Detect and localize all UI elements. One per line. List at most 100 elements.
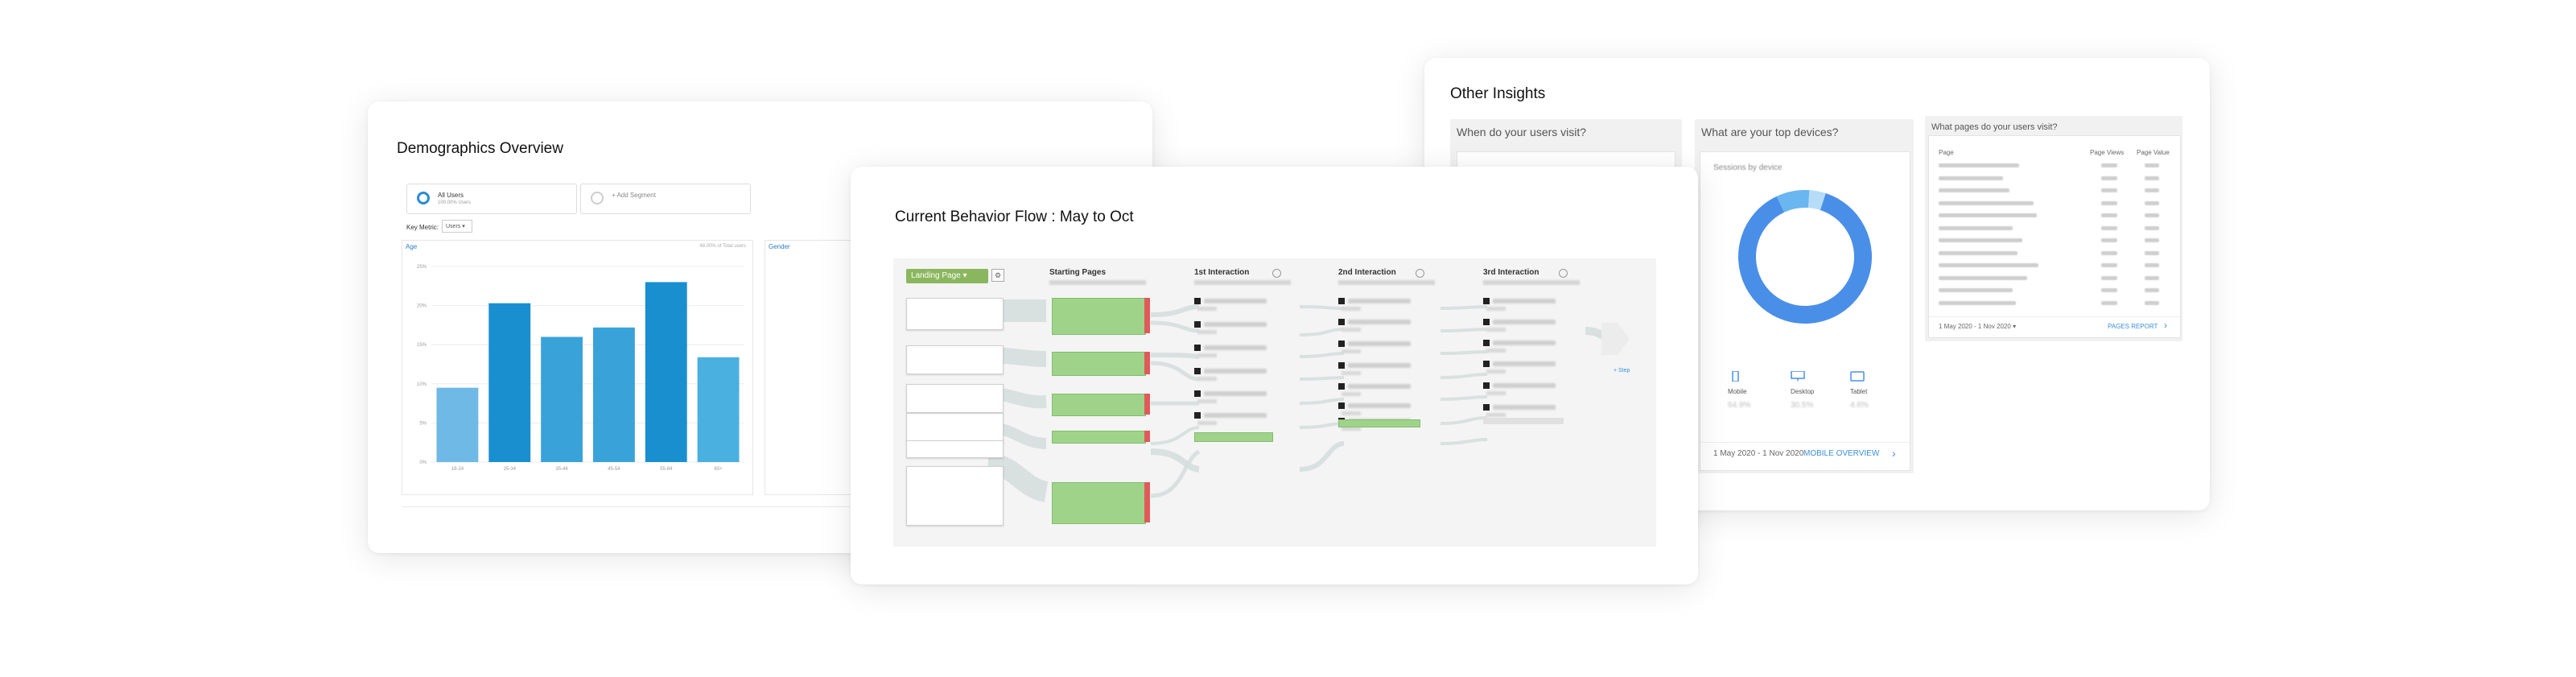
page-row-views (2101, 175, 2117, 180)
when-title: When do your users visit? (1457, 126, 1587, 138)
interaction-label[interactable] (1348, 363, 1411, 368)
info-icon[interactable] (1559, 269, 1568, 278)
col-sub-blur (1049, 280, 1146, 285)
starting-page-node[interactable] (1052, 394, 1146, 416)
landing-page-dropdown[interactable]: Landing Page ▾ (906, 269, 988, 283)
interaction-label[interactable] (1204, 322, 1267, 327)
interaction-label[interactable] (1493, 361, 1556, 366)
page-row-url (1939, 213, 2037, 217)
interaction-label[interactable] (1348, 403, 1411, 408)
interaction-count (1486, 369, 1506, 374)
key-metric-value: Users (446, 224, 461, 229)
info-icon[interactable] (1416, 269, 1424, 278)
starting-page-node[interactable] (1052, 431, 1146, 444)
page-row-url (1939, 188, 2009, 192)
col-2nd-interaction: 2nd Interaction (1338, 268, 1396, 277)
chevron-right-icon[interactable]: › (2164, 320, 2167, 331)
interaction-count (1197, 399, 1217, 403)
page-icon (1483, 404, 1490, 411)
page-row-value (2145, 175, 2159, 180)
starting-page-node[interactable] (1052, 482, 1146, 524)
interaction-count (1342, 392, 1361, 396)
x-tick-label: 65+ (714, 467, 723, 472)
starting-page-node[interactable] (1052, 298, 1146, 335)
page-icon (1194, 345, 1201, 351)
interaction-count (1342, 328, 1361, 332)
age-bar-chart: 25% 20% 15% 10% 5% 0% 18-24 25-34 35-44 45-54 55-6… (417, 265, 744, 472)
landing-node[interactable] (906, 384, 1004, 413)
pages-table: Page Page Views Page Value 1 May 2020 - … (1928, 135, 2181, 338)
landing-node[interactable] (906, 466, 1004, 526)
interaction-count (1197, 421, 1217, 425)
interaction-label[interactable] (1493, 341, 1556, 345)
interaction-label[interactable] (1204, 345, 1267, 350)
page-row-url (1939, 163, 2019, 167)
key-metric-select[interactable]: Users ▾ (442, 220, 472, 233)
interaction-node[interactable] (1338, 419, 1420, 427)
interaction-label[interactable] (1204, 299, 1267, 303)
gear-icon[interactable]: ⚙ (991, 269, 1004, 282)
landing-node[interactable] (906, 440, 1004, 458)
interaction-label[interactable] (1348, 320, 1411, 324)
segment-all-users[interactable]: All Users 100.00% Users (406, 184, 577, 214)
landing-node[interactable] (906, 413, 1004, 442)
starting-page-node[interactable] (1052, 352, 1146, 376)
page-row-url (1939, 300, 2016, 305)
add-segment-button[interactable]: + Add Segment (580, 184, 751, 214)
tablet-icon (1850, 371, 1865, 382)
interaction-node[interactable] (1483, 418, 1564, 424)
interaction-count (1197, 330, 1217, 334)
page-icon (1338, 298, 1345, 304)
page-row-views (2101, 288, 2117, 292)
interaction-label[interactable] (1348, 341, 1411, 346)
interaction-label[interactable] (1348, 299, 1411, 303)
y-tick-label: 20% (417, 304, 427, 309)
pages-col-value: Page Value (2137, 149, 2170, 156)
chevron-right-icon[interactable]: › (1892, 447, 1896, 460)
dropoff-bar (1144, 482, 1150, 522)
sessions-label: Sessions by device (1713, 163, 1783, 172)
page-row-views (2101, 225, 2117, 230)
interaction-count (1342, 307, 1361, 311)
page-row-value (2145, 275, 2159, 280)
interaction-label[interactable] (1204, 369, 1267, 374)
pages-date-range[interactable]: 1 May 2020 - 1 Nov 2020 ▾ (1939, 323, 2016, 330)
pages-report-link[interactable]: PAGES REPORT (2108, 323, 2158, 330)
device-date-range[interactable]: 1 May 2020 - 1 Nov 2020 (1713, 449, 1803, 458)
y-tick-label: 10% (417, 382, 427, 387)
key-metric-label: Key Metric: (406, 224, 439, 231)
info-icon[interactable] (1272, 269, 1281, 278)
landing-node[interactable] (906, 345, 1004, 374)
add-step-link[interactable]: + Step (1614, 368, 1630, 374)
col-sub-blur (1194, 280, 1291, 285)
y-tick-label: 0% (419, 460, 427, 465)
interaction-count (1486, 349, 1506, 353)
page-row-url (1939, 175, 2003, 180)
page-row-views (2101, 163, 2117, 167)
interaction-label[interactable] (1204, 413, 1267, 418)
interaction-label[interactable] (1348, 384, 1411, 389)
dropoff-bar (1144, 431, 1150, 442)
insights-title: Other Insights (1450, 85, 1546, 102)
mobile-overview-link[interactable]: MOBILE OVERVIEW (1803, 449, 1879, 458)
page-icon (1194, 321, 1201, 328)
sessions-donut-chart (1738, 190, 1872, 324)
page-row-value (2145, 188, 2159, 192)
age-bar (436, 387, 479, 462)
interaction-node[interactable] (1194, 432, 1273, 442)
interaction-label[interactable] (1204, 391, 1267, 396)
landing-node[interactable] (906, 298, 1004, 330)
behavior-flow-card: Current Behavior Flow : May to Oct Landi… (851, 167, 1698, 584)
interaction-count (1197, 353, 1217, 357)
devices-box: Sessions by device Mobile Desktop Tablet… (1700, 151, 1910, 471)
add-segment-circle-icon (591, 192, 604, 204)
page-icon (1483, 340, 1490, 346)
y-tick-label: 15% (417, 343, 427, 348)
interaction-label[interactable] (1493, 299, 1556, 303)
interaction-label[interactable] (1493, 383, 1556, 388)
interaction-label[interactable] (1493, 405, 1556, 410)
page-row-views (2101, 213, 2117, 217)
interaction-label[interactable] (1493, 320, 1556, 324)
devices-title: What are your top devices? (1701, 126, 1839, 138)
page-row-views (2101, 200, 2117, 205)
